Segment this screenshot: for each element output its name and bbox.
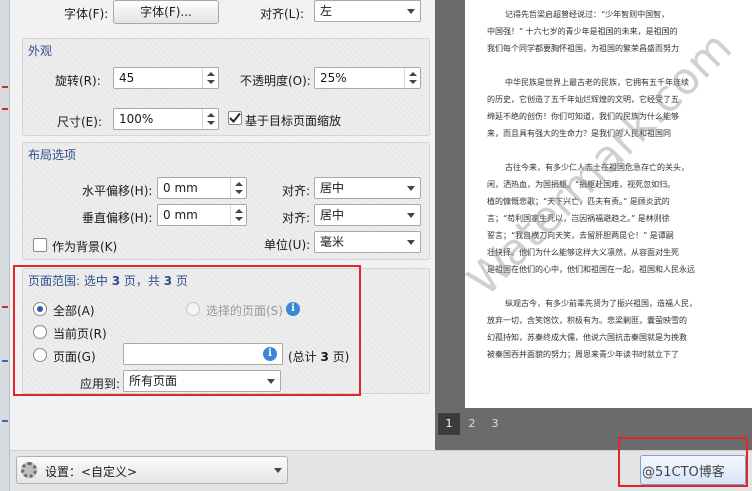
v-align-select[interactable]: 居中 bbox=[314, 204, 421, 226]
v-align-value: 居中 bbox=[320, 208, 345, 222]
scale-checkbox-label[interactable]: 基于目标页面缩放 bbox=[245, 112, 341, 129]
window-edge-strip bbox=[0, 0, 10, 491]
font-button[interactable]: 字体(F)... bbox=[113, 0, 219, 24]
align-select[interactable]: 左 bbox=[314, 0, 421, 22]
rotate-label: 旋转(R): bbox=[55, 74, 101, 88]
settings-label: 设置：<自定义> bbox=[45, 465, 138, 479]
chevron-down-icon bbox=[407, 240, 415, 245]
h-align-select[interactable]: 居中 bbox=[314, 177, 421, 199]
preview-line: 的历史，它创造了五千年灿烂辉煌的文明，它经受了五 bbox=[487, 95, 679, 104]
preview-line: 幻孤持知，苏秦终成大儒，他说六国抗击秦国就是为挽救 bbox=[487, 333, 687, 342]
preview-line: 被秦国吞并面貌的努力；周恩来青少年读书时就立下了 bbox=[487, 350, 679, 359]
h-offset-spinbox[interactable]: 0 mm bbox=[157, 177, 247, 199]
opacity-label: 不透明度(O): bbox=[240, 74, 311, 88]
v-offset-value: 0 mm bbox=[163, 208, 198, 222]
page-tab-1[interactable]: 1 bbox=[438, 413, 460, 435]
spin-arrows-icon[interactable] bbox=[202, 68, 218, 88]
appearance-title: 外观 bbox=[28, 44, 53, 58]
page-tab-2[interactable]: 2 bbox=[461, 413, 483, 435]
unit-label: 单位(U): bbox=[264, 238, 311, 252]
h-align-value: 居中 bbox=[320, 181, 345, 195]
unit-value: 毫米 bbox=[320, 235, 345, 249]
gear-icon bbox=[21, 462, 37, 478]
rotate-value: 45 bbox=[119, 71, 135, 85]
chevron-down-icon bbox=[274, 468, 282, 473]
highlight-box-ok bbox=[618, 437, 748, 487]
chevron-down-icon bbox=[407, 213, 415, 218]
preview-line: 放弃一切，含笑饱饮，积极有为。悲梁剿匪，囊萤映雪的 bbox=[487, 316, 687, 325]
preview-line: 记得先哲梁启超曾经说过：“少年智则中国智， bbox=[505, 10, 670, 19]
highlight-box-page-range bbox=[13, 265, 361, 396]
opacity-spinbox[interactable]: 25% bbox=[314, 67, 421, 89]
v-align-label: 对齐: bbox=[282, 211, 311, 225]
font-label: 字体(F): bbox=[64, 7, 109, 21]
v-offset-label: 垂直偏移(H): bbox=[82, 211, 153, 225]
unit-select[interactable]: 毫米 bbox=[314, 231, 421, 253]
preview-line: 植的慷慨悲歌；“天下兴亡，匹夫有责。” 是顾炎武的 bbox=[487, 197, 670, 206]
rotate-spinbox[interactable]: 45 bbox=[113, 67, 219, 89]
scale-checkbox[interactable] bbox=[228, 111, 242, 125]
chevron-down-icon bbox=[407, 186, 415, 191]
size-value: 100% bbox=[119, 112, 154, 126]
settings-select[interactable]: 设置：<自定义> bbox=[16, 456, 288, 484]
page-tab-3[interactable]: 3 bbox=[484, 413, 506, 435]
checkmark-icon bbox=[229, 112, 241, 123]
h-offset-label: 水平偏移(H): bbox=[82, 184, 153, 198]
spin-arrows-icon[interactable] bbox=[202, 109, 218, 129]
spin-arrows-icon[interactable] bbox=[230, 178, 246, 198]
h-align-label: 对齐: bbox=[282, 184, 311, 198]
preview-line: 纵观古今，有多少前辈先贤为了振兴祖国，造福人民， bbox=[505, 299, 697, 308]
size-spinbox[interactable]: 100% bbox=[113, 108, 219, 130]
spin-arrows-icon[interactable] bbox=[404, 68, 420, 88]
h-offset-value: 0 mm bbox=[163, 181, 198, 195]
chevron-down-icon bbox=[407, 9, 415, 14]
background-checkbox[interactable] bbox=[33, 238, 47, 252]
align-label: 对齐(L): bbox=[260, 7, 305, 21]
size-label: 尺寸(E): bbox=[57, 115, 102, 129]
layout-title: 布局选项 bbox=[28, 148, 77, 162]
background-checkbox-label[interactable]: 作为背景(K) bbox=[52, 238, 117, 255]
v-offset-spinbox[interactable]: 0 mm bbox=[157, 204, 247, 226]
opacity-value: 25% bbox=[320, 71, 347, 85]
align-select-value: 左 bbox=[320, 4, 333, 18]
spin-arrows-icon[interactable] bbox=[230, 205, 246, 225]
